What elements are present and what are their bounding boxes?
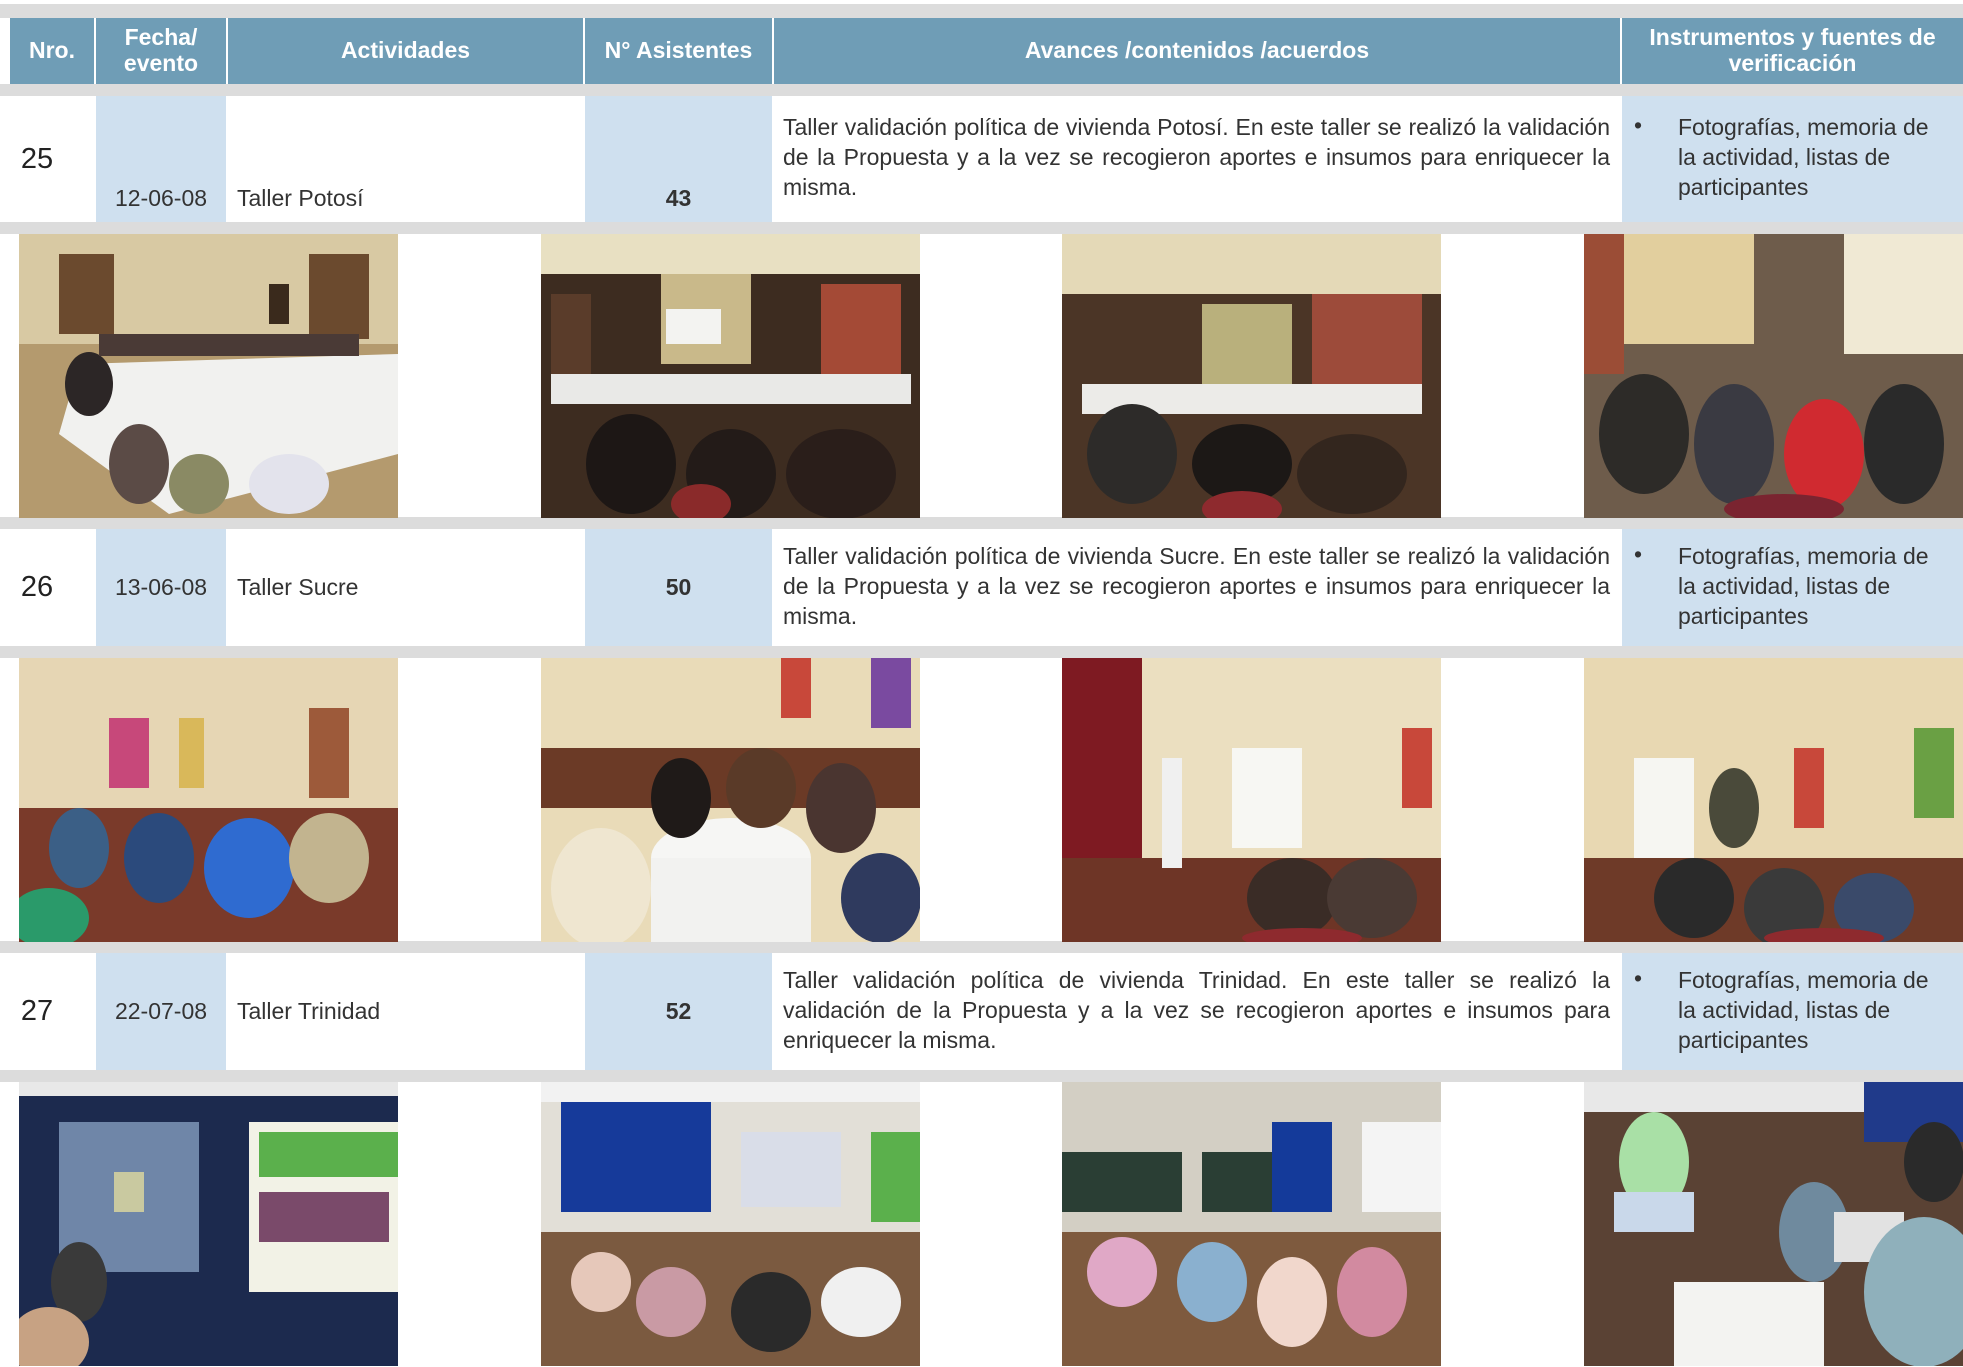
row-instrumentos: Fotografías, memoria de la actividad, li… (1678, 114, 1929, 200)
row-avances: Taller validación política de vivienda S… (774, 529, 1620, 646)
event-photo (541, 234, 920, 518)
row-asistentes: 43 (585, 96, 772, 222)
row-actividad: Taller Trinidad (228, 953, 583, 1070)
header-nro: Nro. (10, 18, 94, 84)
header-asistentes: N° Asistentes (585, 18, 772, 84)
header-instrumentos: Instrumentos y fuentes de verificación (1622, 18, 1963, 84)
row-avances: Taller validación política de vivienda T… (774, 953, 1620, 1070)
row-divider (0, 222, 1963, 234)
row-fecha: 12-06-08 (96, 96, 226, 222)
row-divider (0, 646, 1963, 658)
row-nro: 25 (0, 96, 94, 222)
row-instrumentos-cell: • Fotografías, memoria de la actividad, … (1622, 529, 1963, 646)
header-avances: Avances /contenidos /acuerdos (774, 18, 1620, 84)
event-photo (1584, 658, 1963, 942)
event-photo (19, 658, 398, 942)
top-band (0, 4, 1963, 18)
row-nro: 27 (0, 953, 94, 1070)
header-actividades: Actividades (228, 18, 583, 84)
event-photo (19, 1082, 398, 1366)
row-instrumentos-cell: • Fotografías, memoria de la actividad, … (1622, 96, 1963, 222)
event-photo (1584, 234, 1963, 518)
row-fecha: 13-06-08 (96, 529, 226, 646)
row-asistentes: 50 (585, 529, 772, 646)
row-nro: 26 (0, 529, 94, 646)
header-fecha: Fecha/ evento (96, 18, 226, 84)
event-photo (1062, 234, 1441, 518)
row-instrumentos: Fotografías, memoria de la actividad, li… (1678, 543, 1929, 629)
row-fecha: 22-07-08 (96, 953, 226, 1070)
event-photo (1062, 1082, 1441, 1366)
event-photo (19, 234, 398, 518)
event-photo (1062, 658, 1441, 942)
row-actividad: Taller Sucre (228, 529, 583, 646)
row-instrumentos-cell: • Fotografías, memoria de la actividad, … (1622, 953, 1963, 1070)
row-asistentes: 52 (585, 953, 772, 1070)
row-divider (0, 941, 1963, 953)
row-actividad: Taller Potosí (228, 96, 583, 222)
header-gap-band (0, 84, 1963, 96)
row-divider (0, 1070, 1963, 1082)
event-photo (1584, 1082, 1963, 1366)
row-divider (0, 517, 1963, 529)
row-avances: Taller validación política de vivienda P… (774, 96, 1620, 222)
event-photo (541, 658, 920, 942)
event-photo (541, 1082, 920, 1366)
row-instrumentos: Fotografías, memoria de la actividad, li… (1678, 967, 1929, 1053)
